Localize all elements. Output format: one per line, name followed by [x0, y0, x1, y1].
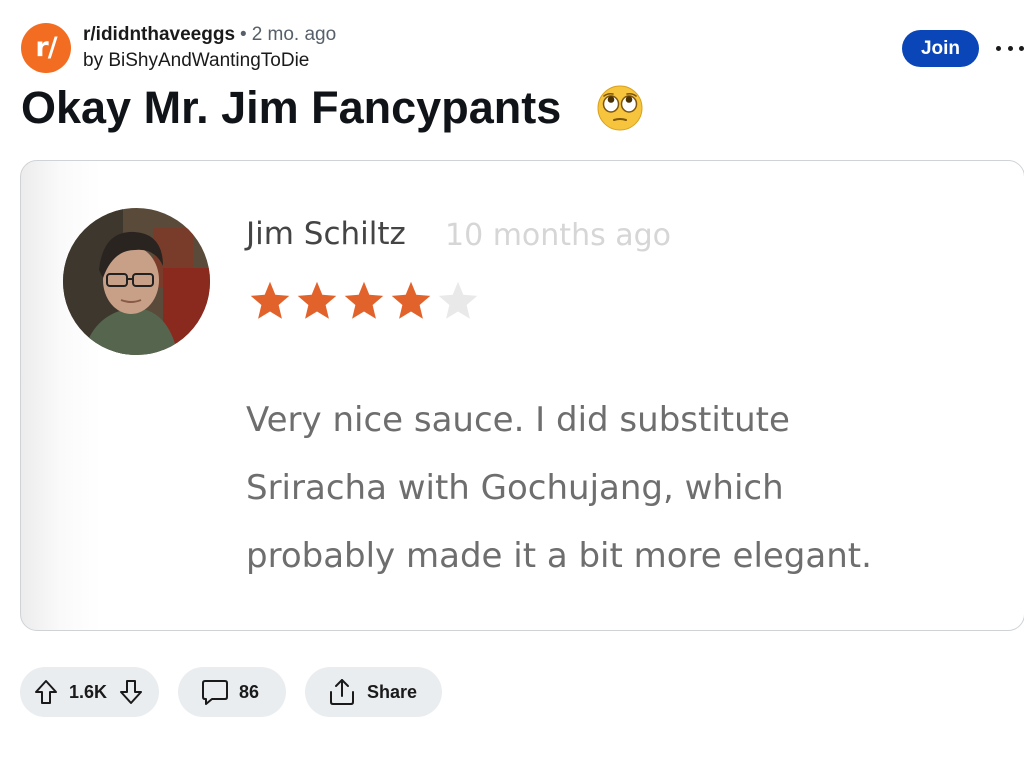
review-timestamp: 10 months ago [445, 218, 672, 253]
vote-controls: 1.6K [20, 667, 159, 717]
reviewer-name: Jim Schiltz [246, 216, 406, 252]
star-filled-icon [250, 281, 290, 319]
post-author-link[interactable]: by BiShyAndWantingToDie [83, 50, 309, 72]
dot [1019, 45, 1024, 51]
share-icon [330, 679, 354, 705]
upvote-icon[interactable] [34, 679, 58, 705]
review-line: Sriracha with Gochujang, which [246, 468, 784, 508]
star-filled-icon [344, 281, 384, 319]
subreddit-icon[interactable]: r/ [21, 23, 71, 73]
more-options-icon[interactable] [996, 36, 1024, 60]
share-label: Share [367, 681, 418, 702]
comments-button[interactable]: 86 [178, 667, 286, 717]
post-image[interactable]: Jim Schiltz 10 months ago Very nice sauc… [20, 160, 1024, 631]
rating-stars [248, 279, 480, 323]
upvote-count: 1.6K [69, 681, 108, 702]
star-filled-icon [297, 281, 337, 319]
join-button[interactable]: Join [902, 30, 979, 67]
post-timestamp: 2 mo. ago [251, 24, 337, 45]
share-button[interactable]: Share [305, 667, 442, 717]
post-title: Okay Mr. Jim Fancypants [21, 82, 562, 133]
comment-count: 86 [239, 681, 260, 702]
review-line: probably made it a bit more elegant. [246, 536, 872, 576]
meta-separator: • [240, 24, 247, 45]
reviewer-avatar [63, 208, 210, 355]
downvote-icon[interactable] [119, 679, 143, 705]
dot [1007, 45, 1013, 51]
comment-icon [202, 680, 228, 705]
review-line: Very nice sauce. I did substitute [246, 400, 790, 440]
dot [996, 45, 1001, 51]
subreddit-name-link[interactable]: r/ididnthaveeggs [83, 24, 235, 45]
star-filled-icon [391, 281, 431, 319]
review-text: Very nice sauce. I did substitute Srirac… [246, 386, 1006, 590]
star-empty-icon [438, 281, 478, 319]
face-with-rolling-eyes-icon [597, 85, 643, 131]
post-meta: r/ididnthaveeggs • 2 mo. ago [83, 24, 336, 46]
